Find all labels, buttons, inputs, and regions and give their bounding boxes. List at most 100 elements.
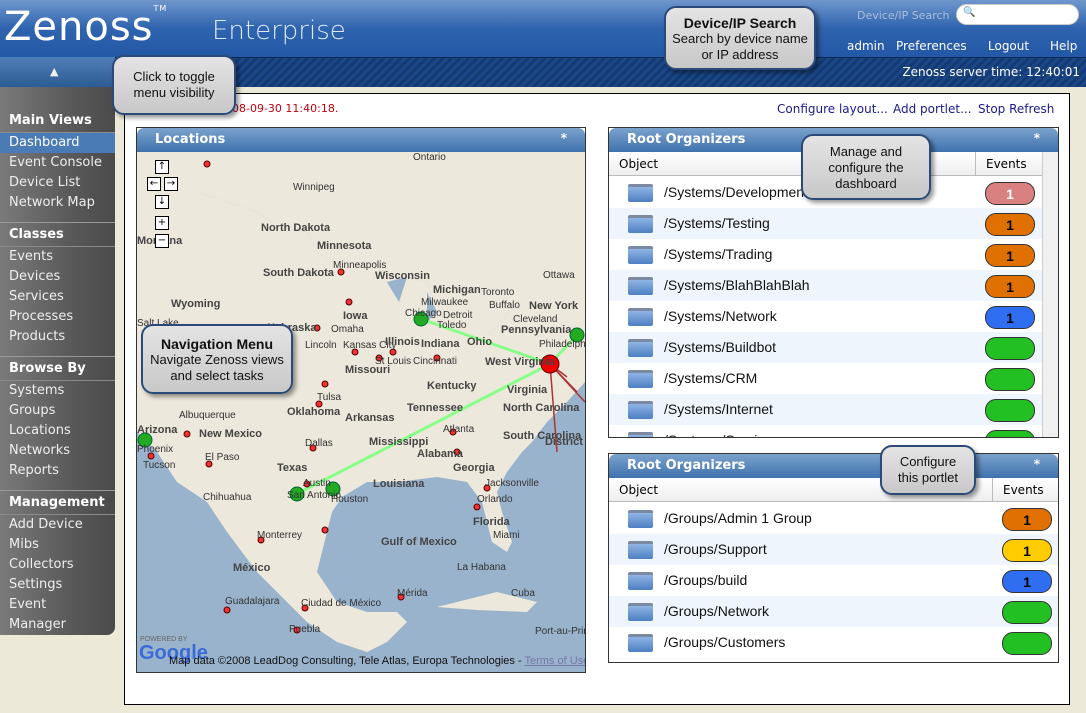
map-label: Arkansas [345, 412, 395, 424]
zenoss-logo: ZenossTM [4, 4, 168, 50]
table-row[interactable]: /Groups/build 1 [609, 565, 1058, 596]
sidebar-item-groups[interactable]: Groups [0, 401, 115, 421]
add-portlet-link[interactable]: Add portlet... [893, 102, 972, 116]
organizer-name[interactable]: /Systems/Network [664, 308, 777, 324]
event-count-badge[interactable] [985, 399, 1035, 422]
organizer-name[interactable]: /Systems/Services [664, 432, 779, 437]
organizer-name[interactable]: /Groups/Network [664, 603, 769, 619]
table-row[interactable]: /Systems/Trading 1 [609, 239, 1058, 270]
table-row[interactable]: /Systems/Testing 1 [609, 208, 1058, 239]
navigation-callout: Navigation Menu Navigate Zenoss views and… [141, 324, 293, 394]
organizer-name[interactable]: /Systems/Trading [664, 246, 772, 262]
event-count-badge[interactable]: 1 [1002, 539, 1052, 562]
column-object[interactable]: Object [619, 478, 658, 502]
scrollbar[interactable] [1042, 152, 1058, 437]
event-count-badge[interactable]: 1 [985, 275, 1035, 298]
organizer-name[interactable]: /Systems/Buildbot [664, 339, 776, 355]
sidebar-heading: Management [0, 491, 115, 515]
locations-map[interactable]: Ontario Winnipeg North Dakota Minnesota Sout… [137, 152, 585, 672]
sidebar-item-systems[interactable]: Systems [0, 381, 115, 401]
sidebar-item-event-console[interactable]: Event Console [0, 153, 115, 173]
event-count-badge[interactable]: 1 [985, 213, 1035, 236]
sidebar-divider [0, 347, 115, 357]
event-count-badge[interactable] [985, 337, 1035, 360]
organizer-name[interactable]: /Systems/Development [664, 184, 808, 200]
sidebar-item-networks[interactable]: Networks [0, 441, 115, 461]
table-row[interactable]: /Systems/Network 1 [609, 301, 1058, 332]
sidebar-item-events[interactable]: Events [0, 247, 115, 267]
help-link[interactable]: Help [1050, 39, 1077, 53]
zoom-out-button[interactable]: − [155, 234, 169, 248]
sidebar-item-devices[interactable]: Devices [0, 267, 115, 287]
sidebar-item-add-device[interactable]: Add Device [0, 515, 115, 535]
zoom-in-button[interactable]: + [155, 216, 169, 230]
organizer-name[interactable]: /Groups/Customers [664, 634, 785, 650]
map-label: Wisconsin [375, 270, 430, 282]
sidebar-item-services[interactable]: Services [0, 287, 115, 307]
portlet-title-bar[interactable]: Root Organizers * [609, 454, 1058, 478]
organizer-name[interactable]: /Groups/build [664, 572, 747, 588]
event-count-badge[interactable]: 1 [985, 182, 1035, 205]
pan-right-button[interactable]: → [164, 177, 178, 191]
organizer-name[interactable]: /Groups/Admin 1 Group [664, 510, 812, 526]
table-row[interactable]: /Systems/BlahBlahBlah 1 [609, 270, 1058, 301]
admin-link[interactable]: admin [847, 39, 885, 53]
table-row[interactable]: /Groups/Network [609, 596, 1058, 627]
event-count-badge[interactable]: 1 [1002, 570, 1052, 593]
table-row[interactable]: /Systems/CRM [609, 363, 1058, 394]
event-count-badge[interactable] [985, 430, 1035, 437]
city-marker [223, 606, 231, 614]
logout-link[interactable]: Logout [988, 39, 1029, 53]
sidebar-item-collectors[interactable]: Collectors [0, 555, 115, 575]
terms-of-use-link[interactable]: Terms of Use [524, 655, 585, 667]
table-row[interactable]: /Systems/Services [609, 425, 1058, 437]
table-row[interactable]: /Groups/Support 1 [609, 534, 1058, 565]
sidebar-item-device-list[interactable]: Device List [0, 173, 115, 193]
portlet-settings-icon[interactable]: * [1034, 452, 1040, 476]
map-label: Arizona [137, 424, 178, 436]
table-row[interactable]: /Groups/Customers [609, 627, 1058, 658]
sidebar-item-dashboard[interactable]: Dashboard [0, 133, 115, 153]
sidebar-item-network-map[interactable]: Network Map [0, 193, 115, 213]
sidebar-item-settings[interactable]: Settings [0, 575, 115, 595]
organizer-name[interactable]: /Systems/BlahBlahBlah [664, 277, 810, 293]
column-events[interactable]: Events [992, 478, 1076, 502]
portlet-title: Locations [155, 132, 226, 147]
stop-refresh-link[interactable]: Stop Refresh [978, 102, 1054, 116]
event-count-badge[interactable]: 1 [985, 306, 1035, 329]
sidebar-item-event-manager[interactable]: Event Manager [0, 595, 115, 632]
folder-icon [628, 432, 653, 437]
organizer-name[interactable]: /Systems/CRM [664, 370, 757, 386]
sidebar-item-reports[interactable]: Reports [0, 461, 115, 481]
configure-layout-link[interactable]: Configure layout... [777, 102, 888, 116]
column-events[interactable]: Events [975, 152, 1043, 176]
column-object[interactable]: Object [619, 152, 658, 176]
organizer-name[interactable]: /Groups/Support [664, 541, 767, 557]
table-row[interactable]: /Groups/Admin 1 Group 1 [609, 503, 1058, 534]
pan-down-button[interactable]: ↓ [155, 195, 169, 209]
organizer-name[interactable]: /Systems/Internet [664, 401, 773, 417]
organizer-name[interactable]: /Systems/Testing [664, 215, 770, 231]
event-count-badge[interactable] [1002, 632, 1052, 655]
sidebar-item-products[interactable]: Products [0, 327, 115, 347]
pan-left-button[interactable]: ← [147, 177, 161, 191]
menu-toggle-button[interactable]: ▲ [0, 57, 115, 87]
portlet-settings-icon[interactable]: * [561, 126, 567, 150]
device-search-input[interactable]: 🔍 [956, 4, 1079, 25]
folder-icon [628, 308, 653, 326]
table-row[interactable]: /Systems/Buildbot [609, 332, 1058, 363]
sidebar-item-mibs[interactable]: Mibs [0, 535, 115, 555]
pan-up-button[interactable]: ↑ [155, 160, 169, 174]
event-count-badge[interactable]: 1 [1002, 508, 1052, 531]
sidebar-item-processes[interactable]: Processes [0, 307, 115, 327]
event-count-badge[interactable] [985, 368, 1035, 391]
map-label: El Paso [205, 452, 240, 463]
preferences-link[interactable]: Preferences [896, 39, 967, 53]
table-row[interactable]: /Systems/Internet [609, 394, 1058, 425]
map-label: District of Columbia [545, 436, 585, 448]
event-count-badge[interactable] [1002, 601, 1052, 624]
portlet-title-bar[interactable]: Locations * [137, 128, 585, 152]
sidebar-item-locations[interactable]: Locations [0, 421, 115, 441]
event-count-badge[interactable]: 1 [985, 244, 1035, 267]
portlet-settings-icon[interactable]: * [1034, 126, 1040, 150]
